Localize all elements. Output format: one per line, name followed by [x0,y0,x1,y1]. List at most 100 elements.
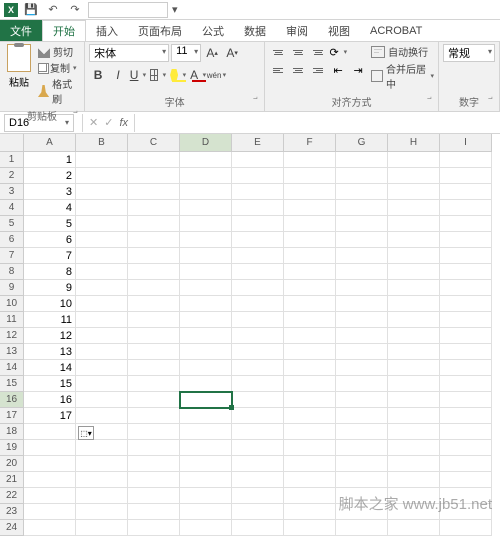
cell-E17[interactable] [232,408,284,424]
cell-D15[interactable] [180,376,232,392]
cell-E14[interactable] [232,360,284,376]
row-header-8[interactable]: 8 [0,264,24,280]
cell-I9[interactable] [440,280,492,296]
font-color-button[interactable]: A [189,66,207,84]
cell-B3[interactable] [76,184,128,200]
cell-F3[interactable] [284,184,336,200]
cell-D18[interactable] [180,424,232,440]
row-header-2[interactable]: 2 [0,168,24,184]
cell-E19[interactable] [232,440,284,456]
cell-G12[interactable] [336,328,388,344]
tab-view[interactable]: 视图 [318,20,360,41]
cell-A8[interactable]: 8 [24,264,76,280]
cell-A2[interactable]: 2 [24,168,76,184]
cell-F23[interactable] [284,504,336,520]
cell-B12[interactable] [76,328,128,344]
col-header-C[interactable]: C [128,134,180,152]
phonetic-button[interactable]: wén [209,66,227,84]
cell-F8[interactable] [284,264,336,280]
cell-B10[interactable] [76,296,128,312]
cell-F13[interactable] [284,344,336,360]
cell-D23[interactable] [180,504,232,520]
cell-F12[interactable] [284,328,336,344]
cell-E1[interactable] [232,152,284,168]
cell-B11[interactable] [76,312,128,328]
cell-D1[interactable] [180,152,232,168]
cell-D2[interactable] [180,168,232,184]
italic-button[interactable]: I [109,66,127,84]
cell-G16[interactable] [336,392,388,408]
enter-formula-button[interactable]: ✓ [104,116,113,129]
row-header-16[interactable]: 16 [0,392,24,408]
cell-G1[interactable] [336,152,388,168]
cell-E10[interactable] [232,296,284,312]
cell-C3[interactable] [128,184,180,200]
format-painter-button[interactable]: 格式刷 [38,76,80,106]
number-format-select[interactable]: 常规▾ [443,44,495,62]
cell-C22[interactable] [128,488,180,504]
cell-D14[interactable] [180,360,232,376]
cell-B1[interactable] [76,152,128,168]
cell-E4[interactable] [232,200,284,216]
cell-E21[interactable] [232,472,284,488]
cell-B23[interactable] [76,504,128,520]
cell-G11[interactable] [336,312,388,328]
row-header-18[interactable]: 18 [0,424,24,440]
col-header-H[interactable]: H [388,134,440,152]
row-header-11[interactable]: 11 [0,312,24,328]
align-right-button[interactable] [309,62,327,78]
cell-F20[interactable] [284,456,336,472]
cell-A14[interactable]: 14 [24,360,76,376]
cell-C6[interactable] [128,232,180,248]
cell-E16[interactable] [232,392,284,408]
cell-D9[interactable] [180,280,232,296]
cell-C8[interactable] [128,264,180,280]
fill-color-button[interactable] [169,66,187,84]
row-header-1[interactable]: 1 [0,152,24,168]
cell-I6[interactable] [440,232,492,248]
cell-H2[interactable] [388,168,440,184]
autofill-options-button[interactable]: ⬚▾ [78,426,94,440]
cell-I13[interactable] [440,344,492,360]
cell-I12[interactable] [440,328,492,344]
row-header-12[interactable]: 12 [0,328,24,344]
cell-A12[interactable]: 12 [24,328,76,344]
cell-I4[interactable] [440,200,492,216]
cell-B17[interactable] [76,408,128,424]
cell-H21[interactable] [388,472,440,488]
cell-G20[interactable] [336,456,388,472]
cell-A23[interactable] [24,504,76,520]
cell-C12[interactable] [128,328,180,344]
save-button[interactable]: 💾 [22,2,40,18]
cell-C4[interactable] [128,200,180,216]
row-header-23[interactable]: 23 [0,504,24,520]
tab-home[interactable]: 开始 [42,20,86,41]
paste-button[interactable]: 粘贴 [4,44,34,106]
cell-A7[interactable]: 7 [24,248,76,264]
cell-H6[interactable] [388,232,440,248]
cell-G2[interactable] [336,168,388,184]
cell-B8[interactable] [76,264,128,280]
cell-G9[interactable] [336,280,388,296]
align-center-button[interactable] [289,62,307,78]
font-name-select[interactable]: 宋体▾ [89,44,169,62]
cell-H18[interactable] [388,424,440,440]
row-header-22[interactable]: 22 [0,488,24,504]
spreadsheet-grid[interactable]: ABCDEFGHI 123456789101112131415161718192… [0,134,500,522]
cell-C13[interactable] [128,344,180,360]
cell-F10[interactable] [284,296,336,312]
cell-A21[interactable] [24,472,76,488]
cell-D7[interactable] [180,248,232,264]
cell-G21[interactable] [336,472,388,488]
tab-page-layout[interactable]: 页面布局 [128,20,192,41]
cut-button[interactable]: 剪切 [38,44,80,59]
orientation-button[interactable]: ⟳ [329,44,347,60]
cell-E20[interactable] [232,456,284,472]
cell-G10[interactable] [336,296,388,312]
cell-F15[interactable] [284,376,336,392]
cell-C9[interactable] [128,280,180,296]
cell-D13[interactable] [180,344,232,360]
qat-customize-dropdown[interactable]: ▾ [172,3,182,16]
cell-D10[interactable] [180,296,232,312]
cell-A20[interactable] [24,456,76,472]
